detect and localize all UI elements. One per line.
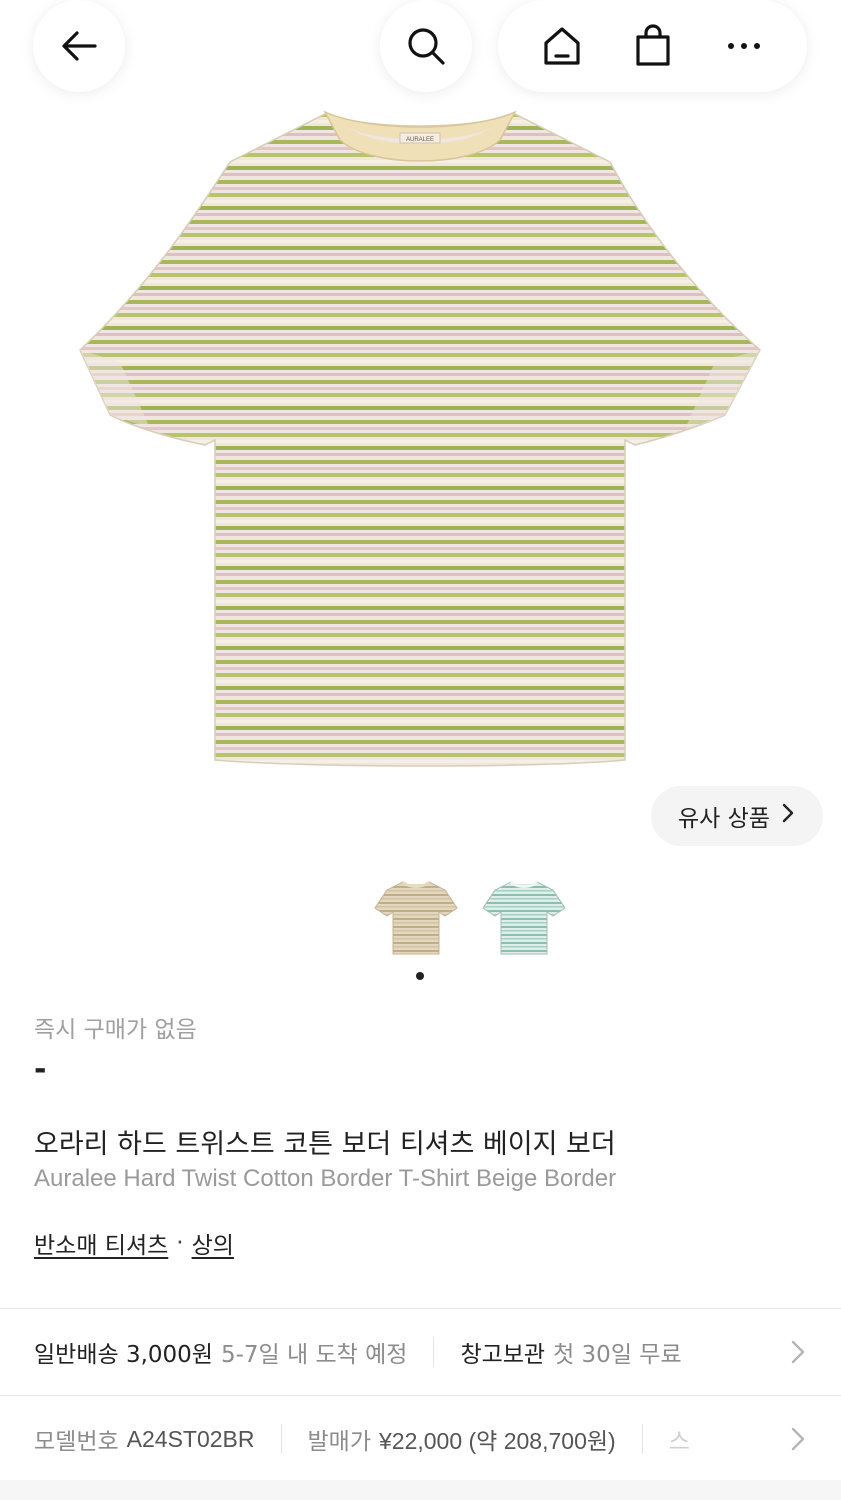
search-button[interactable] bbox=[380, 0, 472, 92]
product-title-korean: 오라리 하드 트위스트 코튼 보더 티셔츠 베이지 보더 bbox=[34, 1129, 616, 1160]
product-categories: 반소매 티셔츠 · 상의 bbox=[34, 1226, 234, 1260]
search-icon bbox=[399, 19, 453, 73]
chevron-right-icon bbox=[783, 1424, 813, 1454]
vertical-divider bbox=[641, 1424, 643, 1454]
category-link-short-sleeve-tshirts[interactable]: 반소매 티셔츠 bbox=[34, 1226, 168, 1260]
carousel-indicator-dot bbox=[416, 972, 424, 980]
bottom-section-gap bbox=[0, 1480, 841, 1500]
similar-products-button[interactable]: 유사 상품 bbox=[651, 786, 823, 846]
warehouse-storage-label: 창고보관 bbox=[460, 1342, 546, 1368]
category-link-tops[interactable]: 상의 bbox=[192, 1226, 234, 1260]
vertical-divider bbox=[433, 1337, 435, 1367]
category-separator: · bbox=[176, 1230, 184, 1256]
top-actions-group bbox=[498, 0, 807, 92]
chevron-right-icon bbox=[783, 1337, 813, 1367]
more-horizontal-icon[interactable] bbox=[717, 19, 771, 73]
instant-buy-price-label: 즉시 구매가 없음 bbox=[34, 1017, 197, 1043]
arrow-left-icon bbox=[52, 19, 106, 73]
back-button[interactable] bbox=[33, 0, 125, 92]
vertical-divider bbox=[280, 1424, 282, 1454]
shopping-bag-icon[interactable] bbox=[626, 19, 680, 73]
similar-products-label: 유사 상품 bbox=[678, 806, 770, 832]
product-image-tshirt: AURALEE bbox=[79, 110, 761, 767]
thumbnail-green-border[interactable] bbox=[478, 872, 570, 964]
model-number-label: 모델번호 bbox=[34, 1429, 119, 1455]
warehouse-storage-value: 첫 30일 무료 bbox=[553, 1342, 682, 1368]
shipping-normal-eta: 5-7일 내 도착 예정 bbox=[220, 1342, 408, 1368]
chevron-right-icon bbox=[780, 802, 796, 830]
thumbnail-beige-border[interactable] bbox=[370, 872, 462, 964]
release-price-label: 발매가 bbox=[307, 1429, 371, 1455]
model-number-value: A24ST02BR bbox=[126, 1425, 255, 1452]
instant-buy-price-value: - bbox=[34, 1052, 47, 1087]
product-details-row[interactable]: 모델번호 A24ST02BR 발매가 ¥22,000 (약 208,700원) … bbox=[0, 1396, 841, 1482]
shipping-normal-label: 일반배송 3,000원 bbox=[34, 1342, 213, 1368]
home-icon[interactable] bbox=[535, 19, 589, 73]
shipping-info-row[interactable]: 일반배송 3,000원 5-7일 내 도착 예정 창고보관 첫 30일 무료 bbox=[0, 1309, 841, 1395]
product-title-english: Auralee Hard Twist Cotton Border T-Shirt… bbox=[34, 1165, 617, 1192]
next-detail-fragment: 스 bbox=[668, 1429, 690, 1455]
release-price-value: ¥22,000 (약 208,700원) bbox=[378, 1428, 616, 1454]
product-hero-image[interactable]: AURALEE bbox=[0, 0, 841, 870]
image-thumbnails bbox=[370, 872, 570, 966]
brand-label: AURALEE bbox=[406, 137, 434, 143]
